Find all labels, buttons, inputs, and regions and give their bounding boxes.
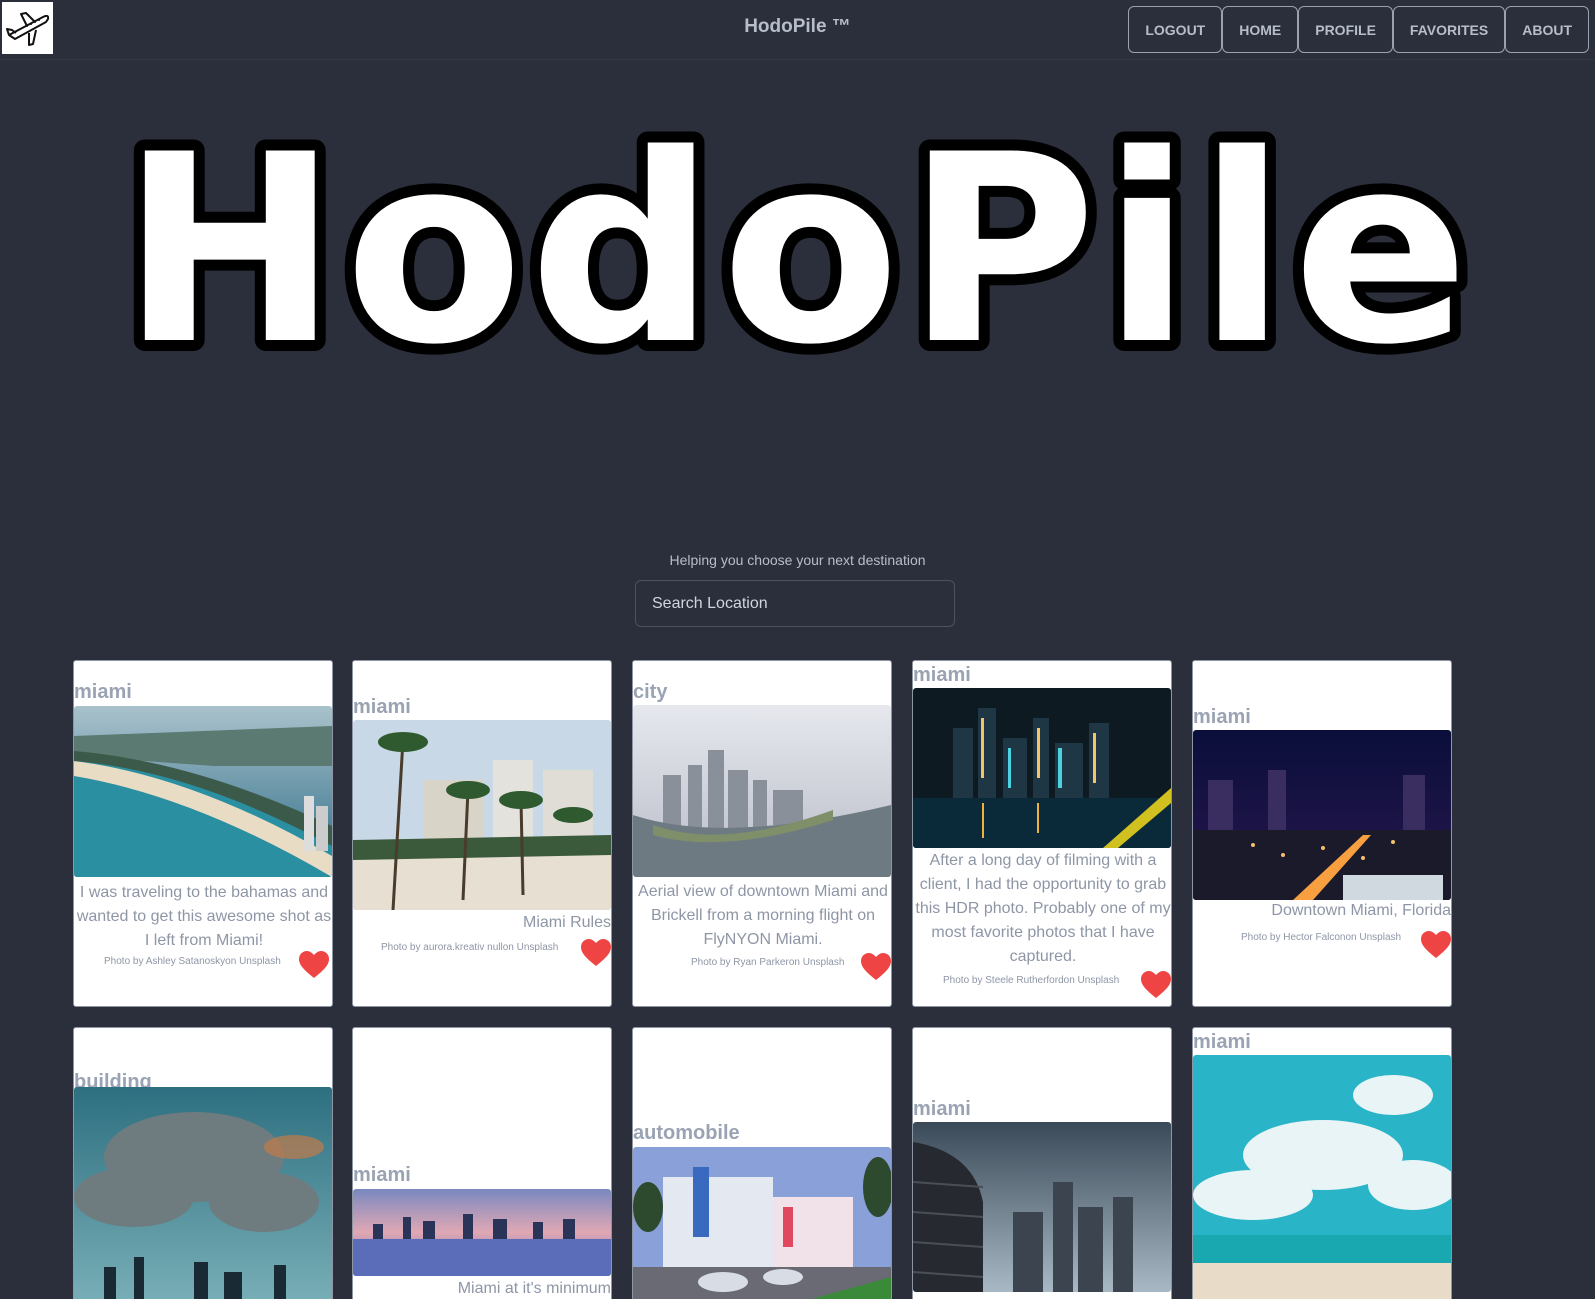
photo-card: city Aerial view of downtown Miami and B… bbox=[632, 660, 892, 1007]
card-tag: city bbox=[633, 681, 668, 703]
photo-card: building bbox=[73, 1027, 333, 1299]
card-photo[interactable] bbox=[353, 720, 611, 910]
card-tag: miami bbox=[74, 681, 132, 703]
favorite-heart-icon[interactable] bbox=[1141, 971, 1171, 999]
favorite-heart-icon[interactable] bbox=[581, 939, 611, 967]
card-description: After a long day of filming with a clien… bbox=[915, 852, 1171, 965]
photo-card: miami Miami at it's minimum bbox=[352, 1027, 612, 1299]
card-description: I was traveling to the bahamas and wante… bbox=[76, 884, 332, 949]
nav-buttons: LOGOUT HOME PROFILE FAVORITES ABOUT bbox=[1128, 6, 1589, 53]
favorite-heart-icon[interactable] bbox=[861, 953, 891, 981]
photo-credit: Photo by Ryan Parkeron Unsplash bbox=[691, 957, 845, 968]
logout-button[interactable]: LOGOUT bbox=[1128, 6, 1223, 53]
home-button[interactable]: HOME bbox=[1222, 6, 1299, 53]
photo-card: miami After a long day of filming with a… bbox=[912, 660, 1172, 1007]
photo-card: miami Miami Rules Photo by aurora.kreati… bbox=[352, 660, 612, 1007]
photo-credit: Photo by Steele Rutherfordon Unsplash bbox=[943, 975, 1120, 986]
photo-credit: Photo by Ashley Satanoskyon Unsplash bbox=[104, 956, 281, 967]
card-tag: miami bbox=[353, 696, 411, 718]
card-description: Miami at it's minimum bbox=[457, 1280, 611, 1297]
card-photo[interactable] bbox=[913, 1122, 1171, 1292]
card-photo[interactable] bbox=[74, 706, 332, 877]
card-photo[interactable] bbox=[1193, 1055, 1451, 1299]
favorite-heart-icon[interactable] bbox=[1421, 931, 1451, 959]
card-description: Miami Rules bbox=[522, 914, 611, 931]
airplane-logo-icon[interactable] bbox=[2, 2, 53, 54]
about-button[interactable]: ABOUT bbox=[1505, 6, 1589, 53]
photo-card: miami bbox=[1192, 1027, 1452, 1299]
photo-card: miami bbox=[912, 1027, 1172, 1299]
hero-banner: HodoPile bbox=[0, 89, 1595, 413]
card-tag: miami bbox=[913, 664, 971, 686]
favorites-button[interactable]: FAVORITES bbox=[1392, 6, 1506, 53]
photo-credit: Photo by aurora.kreativ nullon Unsplash bbox=[381, 942, 559, 953]
card-tag: miami bbox=[1193, 706, 1251, 728]
photo-card: miami Downtown Miami, Florida Photo by H… bbox=[1192, 660, 1452, 1007]
card-tag: miami bbox=[1193, 1031, 1251, 1053]
hero-title-graphic: HodoPile bbox=[109, 89, 1479, 413]
card-photo[interactable] bbox=[353, 1189, 611, 1276]
card-tag: miami bbox=[913, 1098, 971, 1120]
card-tag: miami bbox=[353, 1164, 411, 1186]
card-description: Aerial view of downtown Miami and Bricke… bbox=[638, 883, 888, 948]
hero-title: HodoPile bbox=[120, 100, 1474, 402]
photo-credit: Photo by Hector Falconon Unsplash bbox=[1241, 932, 1402, 943]
profile-button[interactable]: PROFILE bbox=[1298, 6, 1393, 53]
card-photo[interactable] bbox=[633, 705, 891, 877]
card-description: Downtown Miami, Florida bbox=[1271, 902, 1451, 919]
card-photo[interactable] bbox=[1193, 730, 1451, 900]
card-photo[interactable] bbox=[913, 688, 1171, 848]
tagline: Helping you choose your next destination bbox=[669, 552, 926, 568]
favorite-heart-icon[interactable] bbox=[299, 951, 329, 979]
photo-card: miami I was traveling to the bahamas and… bbox=[73, 660, 333, 1007]
search-location-input[interactable] bbox=[635, 580, 955, 627]
card-tag: automobile bbox=[633, 1122, 740, 1144]
photo-card: automobile bbox=[632, 1027, 892, 1299]
card-photo[interactable] bbox=[633, 1147, 891, 1299]
card-photo[interactable] bbox=[74, 1087, 332, 1299]
top-navbar: HodoPile ™ LOGOUT HOME PROFILE FAVORITES… bbox=[0, 0, 1595, 60]
